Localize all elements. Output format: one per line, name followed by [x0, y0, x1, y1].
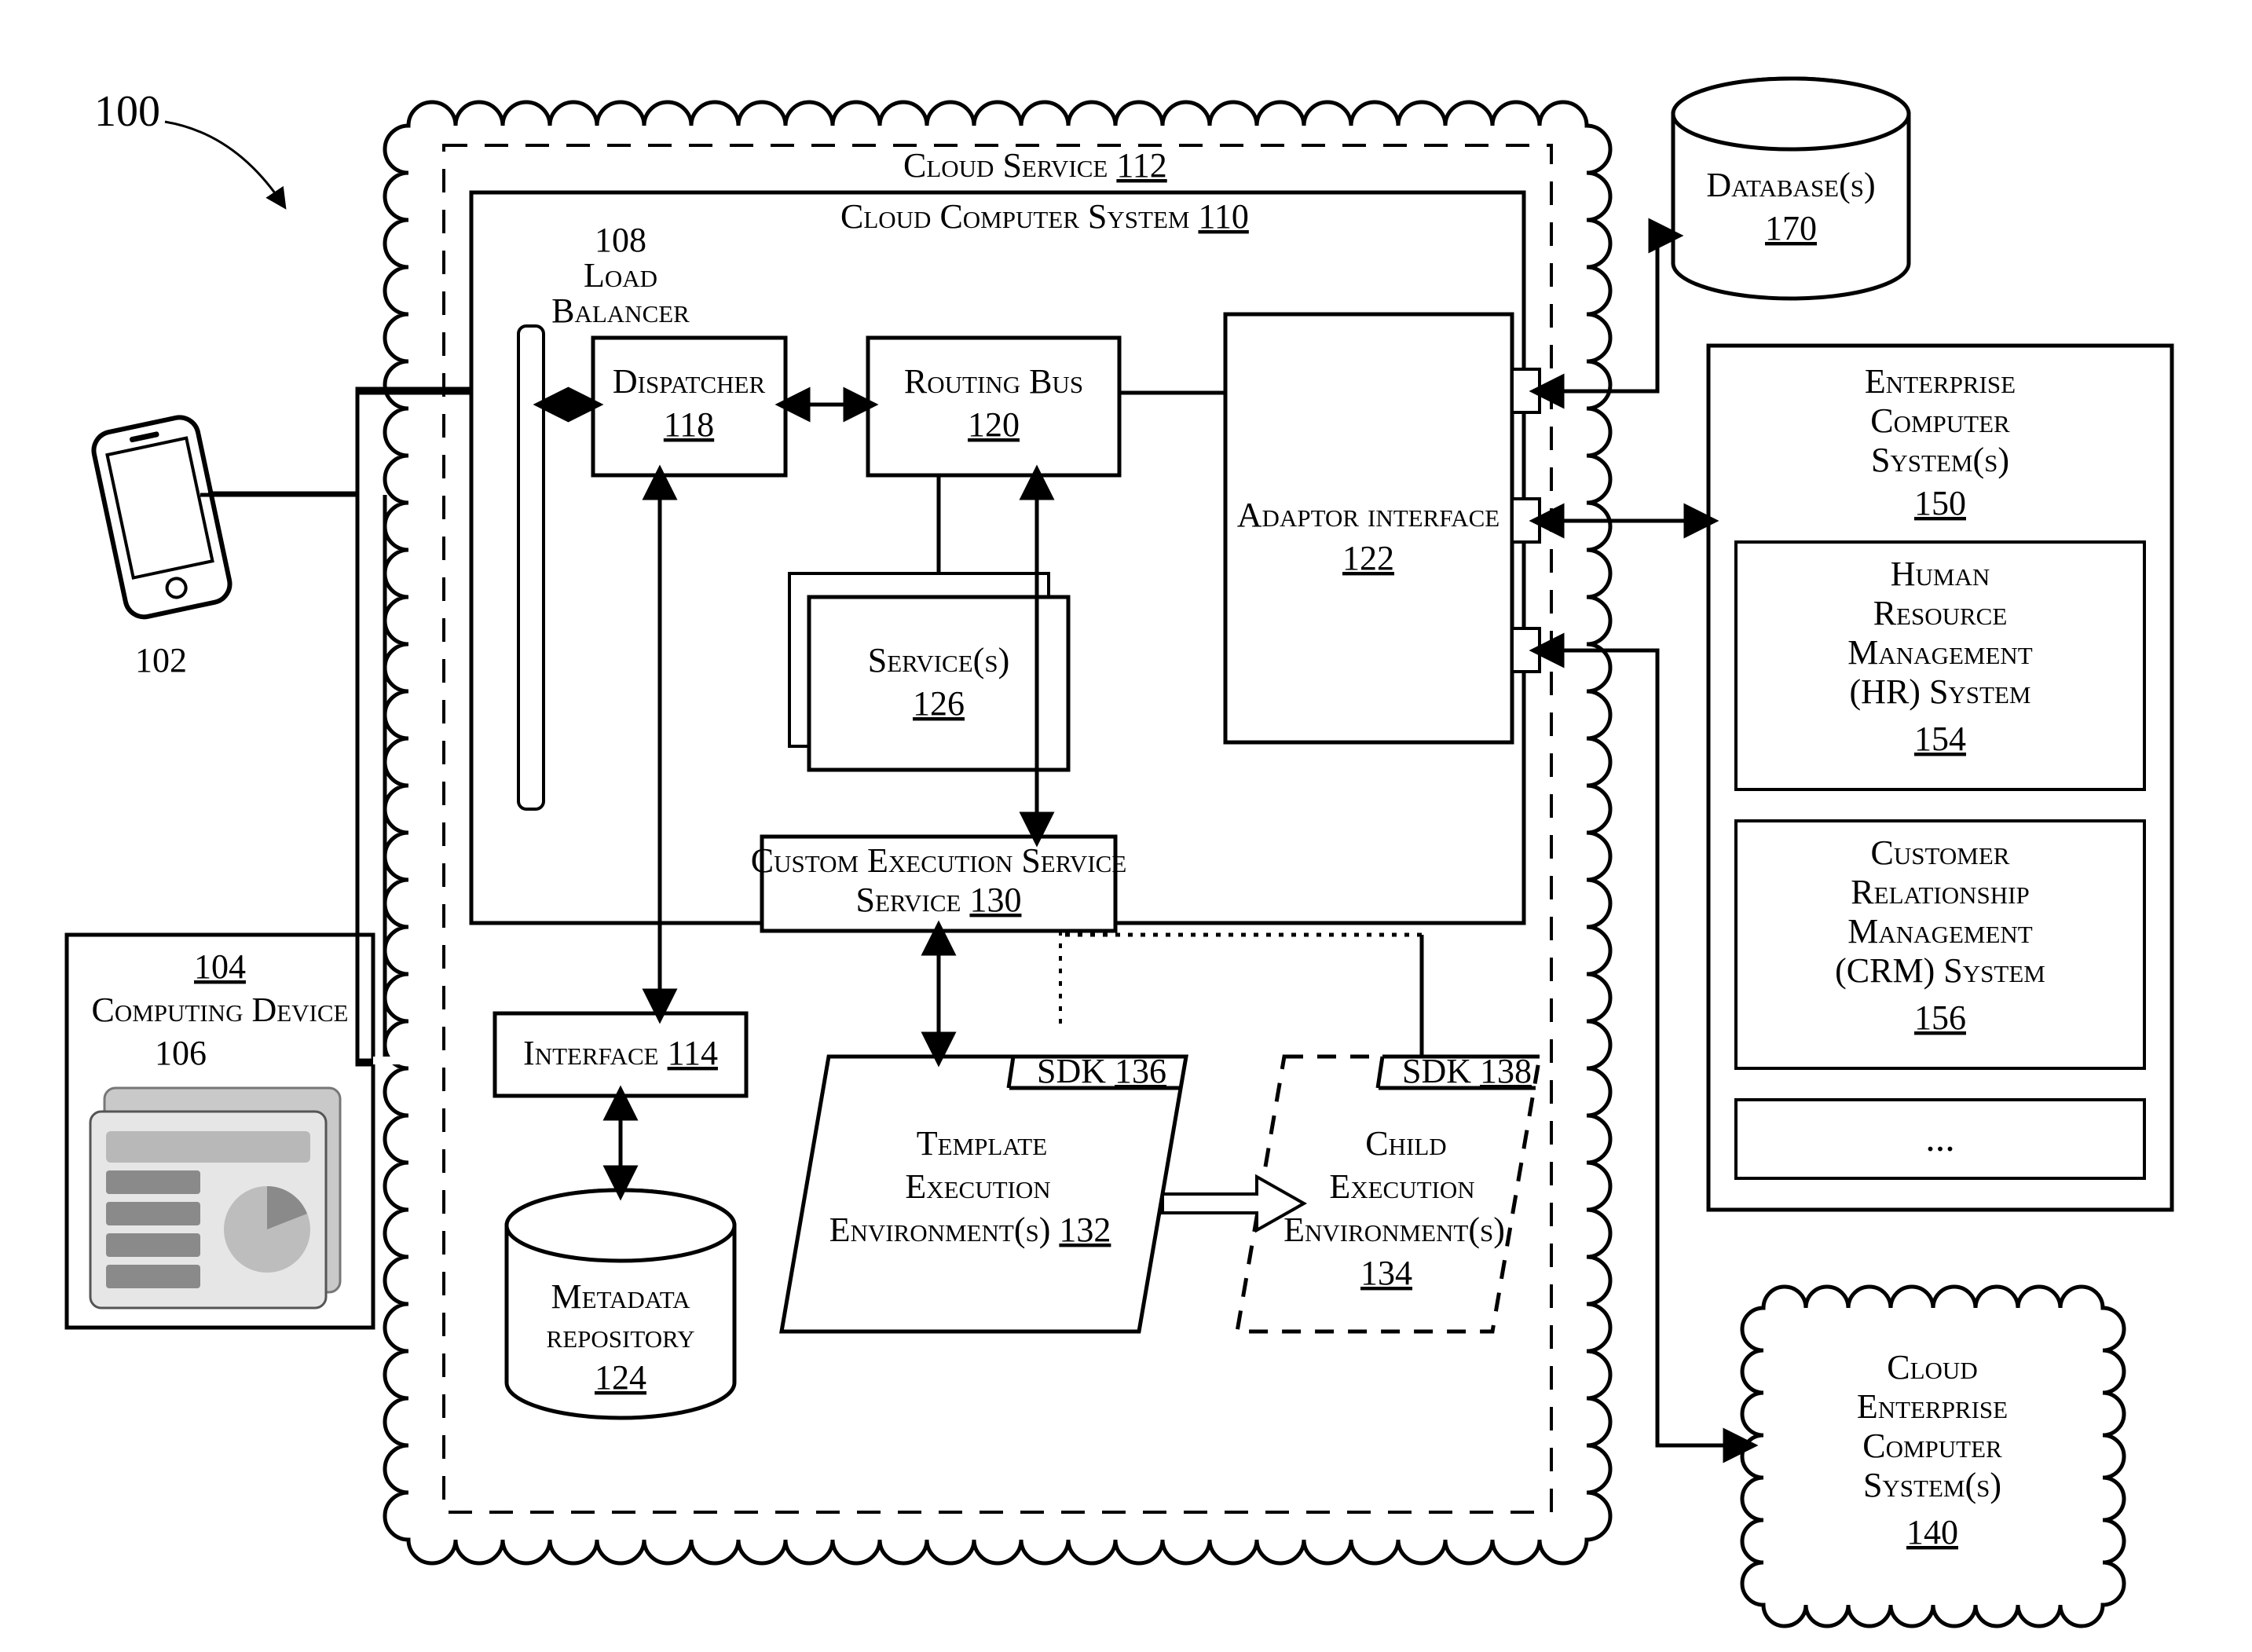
database-num: 170 — [1765, 209, 1817, 247]
child-env-num: 134 — [1360, 1254, 1412, 1292]
custom-exec-sub: Service 130 — [856, 881, 1022, 919]
enterprise-t2: Computer — [1870, 401, 2010, 440]
computing-device-num: 104 — [194, 947, 246, 986]
cloud-service-title: Cloud Service 112 — [903, 146, 1167, 185]
diagram-canvas: 100 Cloud Service 112 Cloud Computer Sys… — [0, 0, 2252, 1652]
load-balancer-label: Load — [584, 256, 657, 295]
svg-text:Human: Human — [1891, 555, 1990, 593]
child-env-t3: Environment(s) — [1283, 1211, 1505, 1249]
load-balancer-bar — [518, 326, 544, 809]
hr-num: 154 — [1914, 720, 1966, 758]
services-title: Service(s) — [868, 641, 1009, 679]
svg-text:System(s): System(s) — [1863, 1466, 2001, 1504]
server-icon — [90, 1088, 340, 1308]
svg-text:(CRM) System: (CRM) System — [1835, 951, 2045, 990]
template-env-t1: Template — [917, 1124, 1047, 1163]
adaptor-num: 122 — [1342, 539, 1394, 577]
load-balancer-num: 108 — [595, 221, 646, 259]
interface-label: Interface 114 — [523, 1034, 718, 1072]
routing-bus-num: 120 — [968, 405, 1020, 444]
svg-text:Resource: Resource — [1873, 594, 2008, 632]
routing-bus-title: Routing Bus — [904, 362, 1083, 401]
dispatcher-title: Dispatcher — [613, 362, 766, 401]
svg-text:Computer: Computer — [1862, 1427, 2002, 1465]
svg-text:Cloud: Cloud — [1887, 1348, 1977, 1386]
sdk-template-label: SDK 136 — [1037, 1052, 1166, 1090]
cloud-enterprise-num: 140 — [1906, 1513, 1958, 1551]
custom-exec-title: Custom Execution Service — [751, 841, 1127, 880]
mobile-ref: 102 — [135, 641, 187, 679]
svg-text:Customer: Customer — [1871, 833, 2010, 872]
enterprise-t3: System(s) — [1871, 441, 2009, 479]
template-env-t2: Execution — [905, 1167, 1050, 1206]
dispatcher-num: 118 — [664, 405, 714, 444]
services-num: 126 — [913, 684, 965, 723]
computing-device-sub: 106 — [155, 1034, 207, 1072]
mobile-device-icon — [90, 414, 233, 621]
svg-text:Management: Management — [1847, 912, 2032, 951]
metadata-title: Metadata — [551, 1277, 690, 1316]
crm-num: 156 — [1914, 998, 1966, 1037]
metadata-num: 124 — [595, 1358, 646, 1397]
cloud-computer-system-title: Cloud Computer System 110 — [840, 197, 1249, 236]
figure-ref-arrow — [165, 122, 283, 204]
enterprise-t1: Enterprise — [1865, 362, 2016, 401]
svg-text:Management: Management — [1847, 633, 2032, 672]
child-env-t2: Execution — [1329, 1167, 1474, 1206]
services-box — [809, 597, 1068, 770]
sdk-child-label: SDK 138 — [1402, 1052, 1532, 1090]
template-env-t3: Environment(s) 132 — [829, 1211, 1111, 1249]
figure-ref: 100 — [94, 87, 160, 136]
enterprise-num: 150 — [1914, 484, 1966, 522]
computing-device-title: Computing Device — [92, 991, 349, 1029]
child-env-t1: Child — [1365, 1124, 1446, 1163]
database-title: Database(s) — [1706, 166, 1875, 204]
svg-text:(HR) System: (HR) System — [1850, 672, 2031, 711]
load-balancer-label2: Balancer — [551, 291, 690, 330]
svg-text:Enterprise: Enterprise — [1857, 1387, 2008, 1426]
enterprise-more: ... — [1925, 1115, 1955, 1159]
adaptor-title: Adaptor interface — [1237, 496, 1500, 534]
metadata-title2: repository — [547, 1317, 695, 1355]
svg-text:Relationship: Relationship — [1851, 873, 2029, 911]
